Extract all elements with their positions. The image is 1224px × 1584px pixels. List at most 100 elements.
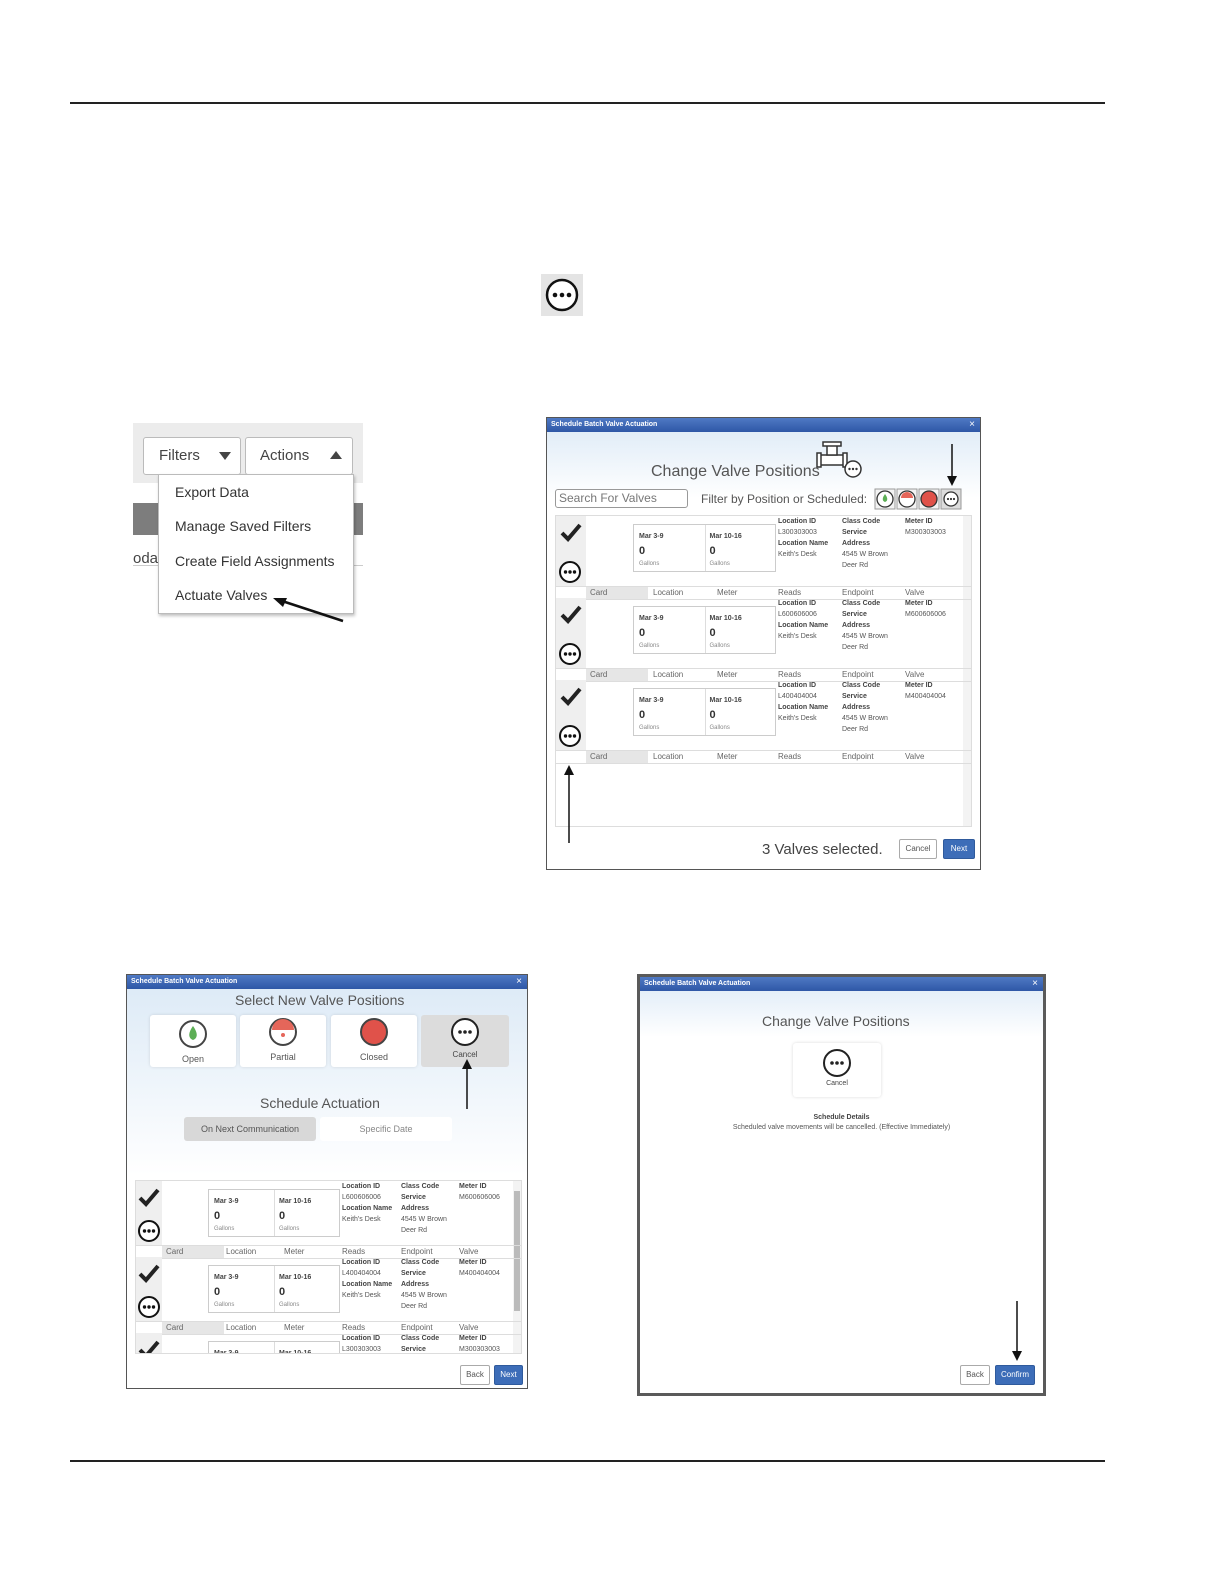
scheduled-more-icon[interactable] xyxy=(558,724,582,750)
meter-details: Meter ID M600606006 xyxy=(459,1181,500,1203)
location-details: Location ID L600606006 Location Name Keith'… xyxy=(342,1181,392,1225)
check-icon[interactable] xyxy=(138,1187,160,1209)
usage-unit: Gallons xyxy=(279,1226,300,1232)
usage-summary: Mar 3-9 0 Gallons Mar 10-16 0 Gallons xyxy=(208,1189,340,1237)
option-partial-label: Partial xyxy=(270,1052,296,1062)
search-input[interactable]: Search For Valves xyxy=(555,489,688,508)
address-line: 4545 W Brown xyxy=(842,551,888,558)
location-id: L400404004 xyxy=(778,693,817,700)
tab-endpoint[interactable]: Endpoint xyxy=(842,588,874,597)
schedule-next-communication[interactable]: On Next Communication xyxy=(184,1117,316,1141)
check-icon[interactable] xyxy=(560,686,582,708)
confirm-button[interactable]: Confirm xyxy=(995,1365,1035,1385)
address-label: Address xyxy=(842,704,871,711)
tab-endpoint[interactable]: Endpoint xyxy=(401,1247,433,1256)
cancel-button[interactable]: Cancel xyxy=(899,839,937,859)
back-button[interactable]: Back xyxy=(460,1365,490,1385)
tab-meter[interactable]: Meter xyxy=(284,1323,304,1332)
option-partial[interactable]: Partial xyxy=(240,1015,326,1067)
tab-valve[interactable]: Valve xyxy=(459,1323,478,1332)
partial-valve-icon xyxy=(269,1018,297,1046)
check-icon[interactable] xyxy=(560,522,582,544)
meter-id-label: Meter ID xyxy=(905,682,933,689)
tab-reads[interactable]: Reads xyxy=(342,1323,365,1332)
tab-endpoint[interactable]: Endpoint xyxy=(842,670,874,679)
scheduled-more-icon[interactable] xyxy=(137,1295,161,1321)
close-icon[interactable]: × xyxy=(516,975,522,989)
valve-list: Mar 3-9 0 Gallons Mar 10-16 0 Gallons Location… xyxy=(135,1180,522,1354)
tab-valve[interactable]: Valve xyxy=(905,752,924,761)
tab-meter[interactable]: Meter xyxy=(717,588,737,597)
service-details: Class Code Service Address 4545 W Brown Deer… xyxy=(842,516,888,571)
tab-meter[interactable]: Meter xyxy=(284,1247,304,1256)
scheduled-more-icon[interactable] xyxy=(558,560,582,586)
location-details: Location ID L300303003 xyxy=(342,1333,381,1353)
usage-value: 0 xyxy=(709,709,716,721)
next-button[interactable]: Next xyxy=(943,839,975,859)
tab-reads[interactable]: Reads xyxy=(778,670,801,679)
next-button[interactable]: Next xyxy=(494,1365,523,1385)
meter-id-label: Meter ID xyxy=(905,600,933,607)
scheduled-more-icon[interactable] xyxy=(137,1219,161,1245)
check-icon[interactable] xyxy=(560,604,582,626)
menu-item-export-data[interactable]: Export Data xyxy=(175,484,249,500)
menu-item-create-field-assignments[interactable]: Create Field Assignments xyxy=(175,553,335,569)
valve-card[interactable]: Mar 3-9 0 Gallons Mar 10-16 0 Gallons Location… xyxy=(556,598,971,682)
back-button[interactable]: Back xyxy=(960,1365,990,1385)
tab-reads[interactable]: Reads xyxy=(778,752,801,761)
tab-endpoint[interactable]: Endpoint xyxy=(842,752,874,761)
schedule-specific-date[interactable]: Specific Date xyxy=(320,1117,452,1141)
tab-card[interactable]: Card xyxy=(586,751,648,763)
tab-meter[interactable]: Meter xyxy=(717,752,737,761)
valve-card[interactable]: Mar 3-9 0 Gallons Mar 10-16 0 Gallons Location… xyxy=(136,1181,521,1259)
dialog-titlebar: Schedule Batch Valve Actuation × xyxy=(640,977,1043,991)
service-label: Service xyxy=(401,1270,426,1277)
tab-location[interactable]: Location xyxy=(226,1247,256,1256)
option-closed[interactable]: Closed xyxy=(331,1015,417,1067)
class-code-label: Class Code xyxy=(842,682,881,689)
option-open[interactable]: Open xyxy=(150,1015,236,1067)
class-code-label: Class Code xyxy=(401,1183,440,1190)
class-code-label: Class Code xyxy=(401,1259,440,1266)
check-icon[interactable] xyxy=(138,1263,160,1285)
menu-item-actuate-valves[interactable]: Actuate Valves xyxy=(175,587,267,603)
pointer-arrow-icon xyxy=(564,765,574,843)
usage-summary: Mar 3-9 0 Gallons Mar 10-16 0 Gallons xyxy=(633,524,776,572)
usage-summary: Mar 3-9 Mar 10-16 xyxy=(208,1341,340,1354)
tab-endpoint[interactable]: Endpoint xyxy=(401,1323,433,1332)
week-label: Mar 3-9 xyxy=(214,1198,239,1205)
location-id: L600606006 xyxy=(342,1194,381,1201)
close-icon[interactable]: × xyxy=(1032,977,1038,991)
selected-option-cancel: Cancel xyxy=(793,1043,881,1097)
filters-button[interactable]: Filters xyxy=(143,437,241,475)
dialog-title: Schedule Batch Valve Actuation xyxy=(644,980,751,987)
filter-icons xyxy=(874,488,962,510)
week-label: Mar 3-9 xyxy=(214,1350,239,1354)
usage-value: 0 xyxy=(279,1210,286,1222)
address-line: Deer Rd xyxy=(842,644,869,651)
tab-location[interactable]: Location xyxy=(653,588,683,597)
meter-id-label: Meter ID xyxy=(905,518,933,525)
tab-location[interactable]: Location xyxy=(653,752,683,761)
close-icon[interactable]: × xyxy=(969,418,975,432)
check-icon[interactable] xyxy=(138,1339,160,1353)
tab-reads[interactable]: Reads xyxy=(342,1247,365,1256)
tab-valve[interactable]: Valve xyxy=(905,588,924,597)
tab-valve[interactable]: Valve xyxy=(459,1247,478,1256)
actions-button[interactable]: Actions xyxy=(245,437,353,475)
dialog-title: Schedule Batch Valve Actuation xyxy=(551,421,658,428)
valve-card[interactable]: Mar 3-9 Mar 10-16 Location ID L300303003 Cla… xyxy=(136,1333,521,1354)
menu-item-manage-saved-filters[interactable]: Manage Saved Filters xyxy=(175,518,311,534)
valve-card[interactable]: Mar 3-9 0 Gallons Mar 10-16 0 Gallons Location… xyxy=(556,680,971,764)
tab-meter[interactable]: Meter xyxy=(717,670,737,679)
chevron-up-icon xyxy=(330,451,342,459)
scheduled-more-icon[interactable] xyxy=(558,642,582,668)
valve-card[interactable]: Mar 3-9 0 Gallons Mar 10-16 0 Gallons Location… xyxy=(136,1257,521,1335)
tab-reads[interactable]: Reads xyxy=(778,588,801,597)
usage-value: 0 xyxy=(709,627,716,639)
tab-location[interactable]: Location xyxy=(226,1323,256,1332)
valve-card[interactable]: Mar 3-9 0 Gallons Mar 10-16 0 Gallons Location… xyxy=(556,516,971,600)
location-name-label: Location Name xyxy=(342,1281,393,1288)
tab-location[interactable]: Location xyxy=(653,670,683,679)
tab-valve[interactable]: Valve xyxy=(905,670,924,679)
